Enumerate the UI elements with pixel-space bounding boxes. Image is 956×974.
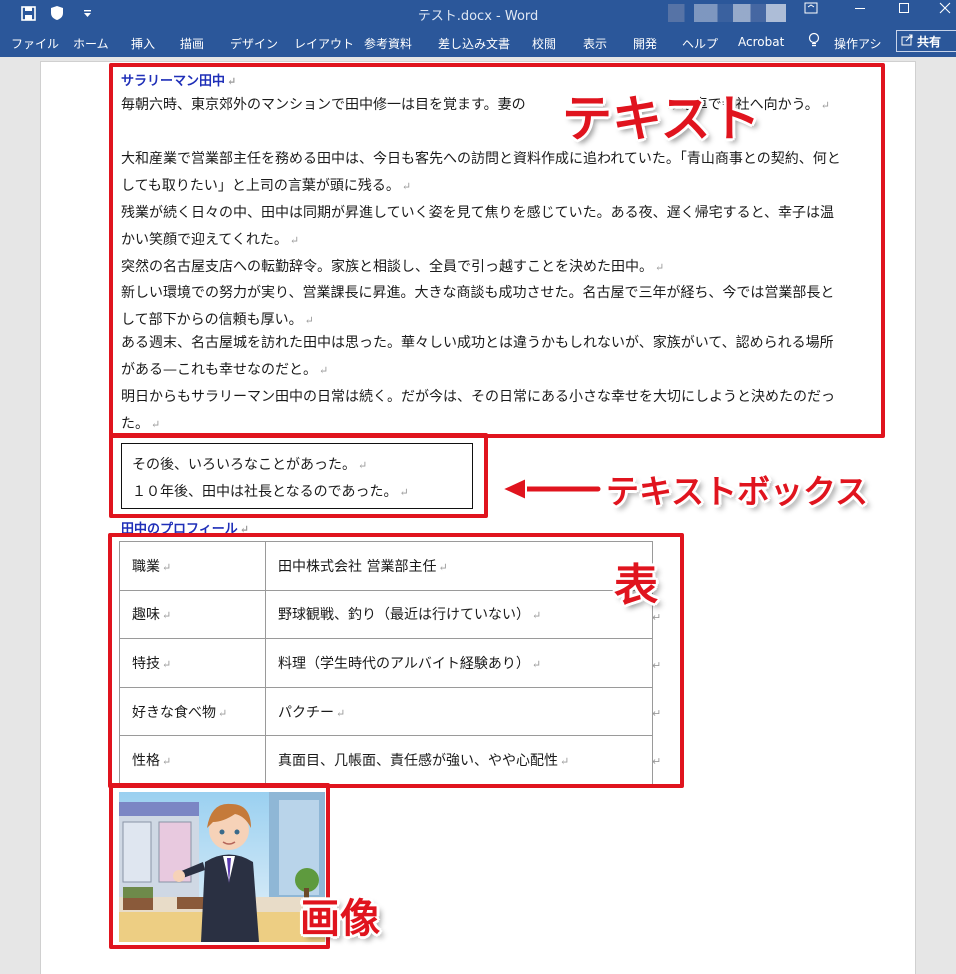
callout-image: 画像	[300, 896, 380, 942]
tab-design[interactable]: デザイン	[230, 35, 278, 52]
tab-references[interactable]: 参考資料	[364, 35, 412, 52]
callout-textbox: テキストボックス	[606, 472, 869, 511]
tab-insert[interactable]: 挿入	[131, 35, 155, 52]
maximize-icon[interactable]	[889, 2, 919, 22]
tab-developer[interactable]: 開発	[633, 35, 657, 52]
tab-draw[interactable]: 描画	[180, 35, 204, 52]
text-region-highlight	[109, 63, 885, 438]
close-icon[interactable]	[930, 2, 956, 22]
tab-layout[interactable]: レイアウト	[294, 35, 354, 52]
ribbon-display-icon[interactable]	[796, 2, 826, 22]
callout-text: テキスト	[562, 90, 761, 148]
arrow-left-icon	[499, 476, 602, 502]
share-icon	[901, 33, 914, 49]
account-area[interactable]	[668, 4, 786, 22]
tell-me-box[interactable]: 操作アシ	[834, 35, 882, 52]
title-bar: テスト.docx - Word	[0, 0, 956, 26]
tab-help[interactable]: ヘルプ	[682, 35, 718, 52]
tab-view[interactable]: 表示	[583, 35, 607, 52]
lightbulb-icon[interactable]	[808, 32, 820, 51]
tab-acrobat[interactable]: Acrobat	[738, 35, 784, 49]
share-button[interactable]: 共有	[896, 30, 956, 52]
callout-table: 表	[614, 560, 658, 611]
tab-review[interactable]: 校閲	[532, 35, 556, 52]
share-label: 共有	[917, 34, 942, 49]
image-region-highlight	[109, 783, 330, 949]
ribbon-tabs: ファイル ホーム 挿入 描画 デザイン レイアウト 参考資料 差し込み文書 校閲…	[0, 26, 956, 57]
tab-file[interactable]: ファイル	[11, 35, 59, 52]
table-region-highlight	[108, 533, 684, 788]
tab-mailings[interactable]: 差し込み文書	[438, 35, 510, 52]
tab-home[interactable]: ホーム	[73, 35, 109, 52]
textbox-region-highlight	[109, 433, 488, 518]
minimize-icon[interactable]	[845, 2, 875, 22]
